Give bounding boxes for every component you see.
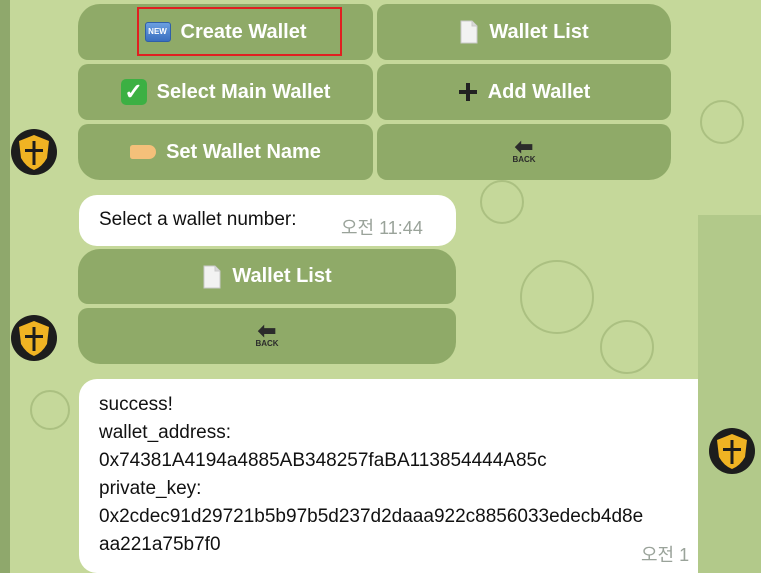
- shield-sword-icon: [19, 321, 49, 356]
- background-doodle: [30, 390, 70, 430]
- back-button[interactable]: ⬅ BACK: [377, 124, 671, 180]
- wallet-address-value: 0x74381A4194a4885AB348257faBA113854444A8…: [99, 450, 547, 471]
- background-doodle: [600, 320, 654, 374]
- background-doodle: [480, 180, 524, 224]
- message-time: 오전 11:44: [341, 218, 423, 238]
- back-arrow-icon: ⬅ BACK: [255, 318, 279, 349]
- label-tag-icon: [130, 145, 157, 159]
- highlight-box: [137, 7, 342, 56]
- back-icon-text: BACK: [512, 155, 536, 164]
- private-key-value-continued: aa221a75b7f0: [99, 534, 221, 555]
- document-icon: [203, 265, 221, 288]
- set-wallet-name-button[interactable]: Set Wallet Name: [78, 124, 373, 180]
- check-mark-icon: ✓: [120, 79, 147, 105]
- document-icon: [460, 20, 478, 44]
- background-strip-left: [0, 0, 10, 573]
- shield-sword-icon: [19, 135, 49, 170]
- background-doodle: [700, 100, 744, 144]
- bot-avatar[interactable]: [11, 315, 57, 361]
- message-text: Select a wallet number:: [99, 209, 297, 230]
- background-doodle: [520, 260, 594, 334]
- back-arrow-icon: ⬅ BACK: [512, 134, 536, 165]
- wallet-list-label: Wallet List: [489, 20, 589, 43]
- private-key-value: 0x2cdec91d29721b5b97b5d237d2daaa922c8856…: [99, 506, 644, 527]
- add-wallet-label: Add Wallet: [487, 80, 591, 103]
- set-wallet-name-label: Set Wallet Name: [166, 140, 321, 163]
- wallet-list-label: Wallet List: [232, 265, 332, 287]
- wallet-list-button[interactable]: Wallet List: [377, 4, 671, 60]
- back-icon-text: BACK: [255, 339, 279, 348]
- shield-sword-icon: [717, 434, 747, 469]
- wallet-list-button[interactable]: Wallet List: [78, 249, 456, 304]
- plus-icon: [458, 83, 477, 101]
- select-main-wallet-button[interactable]: ✓ Select Main Wallet: [78, 64, 373, 120]
- bot-avatar[interactable]: [709, 428, 755, 474]
- bot-avatar[interactable]: [11, 129, 57, 175]
- message-bubble: Select a wallet number: 오전 11:44: [79, 195, 456, 246]
- message-line: wallet_address:: [99, 422, 232, 443]
- add-wallet-button[interactable]: Add Wallet: [377, 64, 671, 120]
- message-time: 오전 1: [641, 545, 690, 565]
- message-bubble: success! wallet_address: 0x74381A4194a48…: [79, 379, 698, 573]
- message-line: success!: [99, 394, 173, 415]
- select-main-wallet-label: Select Main Wallet: [156, 80, 331, 103]
- back-button[interactable]: ⬅ BACK: [78, 308, 456, 364]
- background-panel-right: [698, 215, 761, 573]
- message-line: private_key:: [99, 478, 202, 499]
